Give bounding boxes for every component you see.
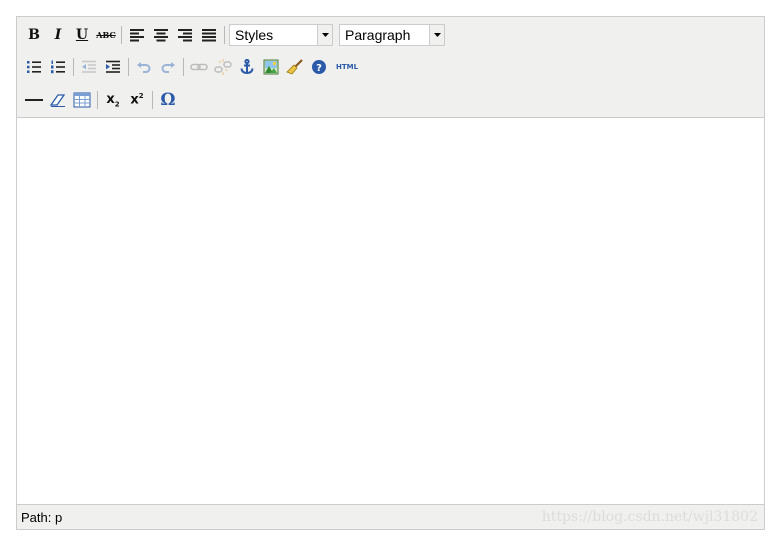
remove-format-button[interactable]	[47, 89, 69, 111]
strikethrough-icon: ABC	[96, 30, 116, 40]
indent-icon	[106, 60, 120, 73]
italic-button[interactable]: I	[47, 24, 69, 46]
horizontal-rule-icon	[25, 99, 43, 101]
special-char-button[interactable]: Ω	[157, 89, 179, 111]
bullet-list-button[interactable]	[23, 56, 45, 78]
align-right-icon	[178, 29, 192, 42]
element-path: Path: p	[17, 510, 62, 525]
rich-text-editor: B I U ABC Styles Paragraph ? HTML x2 x2 …	[16, 16, 765, 530]
table-button[interactable]	[71, 89, 93, 111]
redo-button[interactable]	[157, 56, 179, 78]
image-icon	[263, 59, 279, 75]
underline-button[interactable]: U	[71, 24, 93, 46]
html-icon: HTML	[335, 63, 359, 71]
styles-select[interactable]: Styles	[229, 24, 333, 46]
path-label: Path:	[21, 509, 52, 525]
toolbar-separator	[97, 91, 98, 109]
unlink-icon	[214, 59, 232, 75]
cleanup-icon	[286, 59, 303, 75]
anchor-icon	[240, 59, 254, 75]
align-left-button[interactable]	[126, 24, 148, 46]
link-icon	[190, 63, 208, 71]
numbered-list-icon	[51, 60, 65, 74]
special-char-icon: Ω	[160, 90, 176, 110]
editor-content-area[interactable]	[17, 118, 764, 504]
align-center-icon	[154, 29, 168, 42]
toolbar-row-3: x2 x2 Ω	[23, 88, 181, 112]
path-value-p[interactable]: p	[55, 510, 62, 525]
watermark-text: https://blog.csdn.net/wjl31802	[541, 509, 758, 525]
align-justify-icon	[202, 29, 216, 42]
toolbar-separator	[224, 26, 225, 44]
anchor-button[interactable]	[236, 56, 258, 78]
horizontal-rule-button[interactable]	[23, 89, 45, 111]
format-select[interactable]: Paragraph	[339, 24, 445, 46]
toolbar-row-1: B I U ABC Styles Paragraph	[23, 23, 451, 47]
toolbar-separator	[73, 58, 74, 76]
superscript-icon: x2	[130, 92, 144, 108]
remove-format-icon	[49, 94, 66, 107]
toolbar-separator	[128, 58, 129, 76]
outdent-icon	[82, 60, 96, 73]
link-button[interactable]	[188, 56, 210, 78]
subscript-icon: x2	[106, 91, 120, 109]
toolbar-separator	[121, 26, 122, 44]
align-right-button[interactable]	[174, 24, 196, 46]
subscript-button[interactable]: x2	[102, 89, 124, 111]
unlink-button[interactable]	[212, 56, 234, 78]
underline-icon: U	[75, 27, 89, 43]
redo-icon	[161, 62, 175, 73]
help-icon: ?	[312, 60, 326, 74]
svg-text:?: ?	[316, 63, 322, 74]
undo-icon	[137, 62, 151, 73]
html-source-button[interactable]: HTML	[332, 56, 362, 78]
styles-select-value: Styles	[235, 27, 274, 43]
bullet-list-icon	[27, 61, 41, 73]
editor-toolbar: B I U ABC Styles Paragraph ? HTML x2 x2 …	[17, 17, 764, 118]
outdent-button[interactable]	[78, 56, 100, 78]
bold-icon: B	[28, 27, 40, 43]
italic-icon: I	[54, 27, 62, 43]
align-left-icon	[130, 29, 144, 42]
indent-button[interactable]	[102, 56, 124, 78]
chevron-down-icon	[429, 25, 444, 45]
help-button[interactable]: ?	[308, 56, 330, 78]
editor-statusbar: Path: p https://blog.csdn.net/wjl31802	[17, 504, 764, 529]
toolbar-row-2: ? HTML	[23, 55, 364, 79]
undo-button[interactable]	[133, 56, 155, 78]
numbered-list-button[interactable]	[47, 56, 69, 78]
bold-button[interactable]: B	[23, 24, 45, 46]
format-select-value: Paragraph	[345, 27, 411, 43]
image-button[interactable]	[260, 56, 282, 78]
chevron-down-icon	[317, 25, 332, 45]
toolbar-separator	[152, 91, 153, 109]
table-icon	[73, 92, 91, 108]
superscript-button[interactable]: x2	[126, 89, 148, 111]
align-center-button[interactable]	[150, 24, 172, 46]
cleanup-button[interactable]	[284, 56, 306, 78]
strikethrough-button[interactable]: ABC	[95, 24, 117, 46]
toolbar-separator	[183, 58, 184, 76]
align-justify-button[interactable]	[198, 24, 220, 46]
